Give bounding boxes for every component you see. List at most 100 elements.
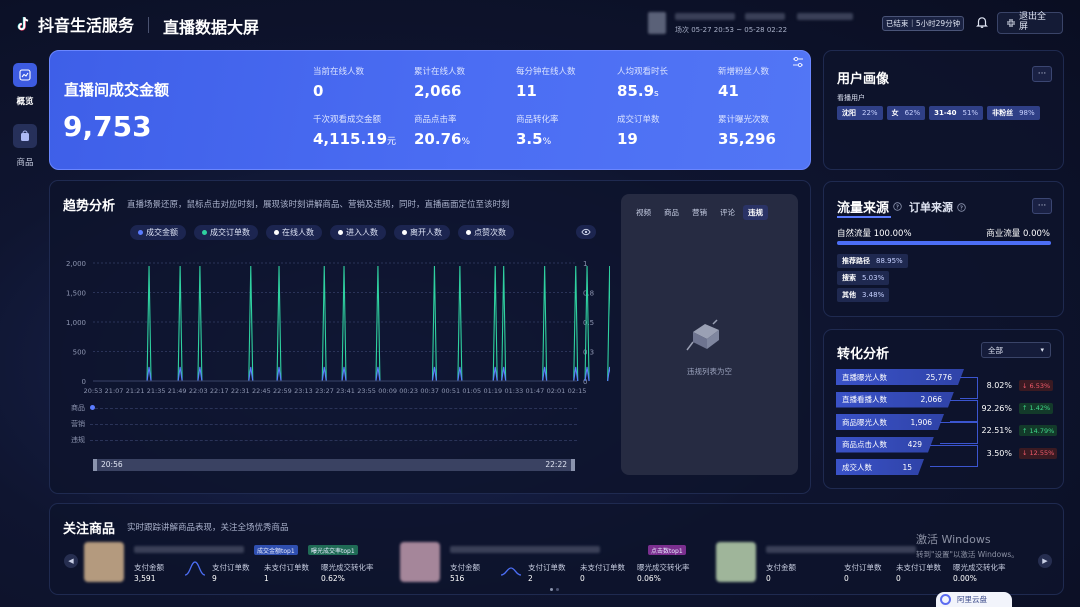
metric-chip[interactable]: 在线人数 [266,225,322,240]
product-card[interactable]: 点击数top1 支付金额 516 支付订单数 2 未支付订单数 0 曝光成交转化率 0.06% [400,540,700,586]
tab-traffic-source[interactable]: 流量来源 ? [837,197,902,216]
product-metric-value: 0 [580,574,585,583]
metric-chip[interactable]: 成交金额 [130,225,186,240]
replay-tab[interactable]: 视频 [631,205,656,220]
user-tag-key: 31-40 [934,109,957,117]
conversion-rate: 8.02% [986,381,1012,390]
metric-chip[interactable]: 进入人数 [330,225,386,240]
sparkline [184,561,206,576]
order-spike [146,265,152,382]
metric-number: 3.5 [516,130,543,148]
exit-fullscreen-button[interactable]: 退出全屏 [997,12,1063,34]
replay-tab[interactable]: 营销 [687,205,712,220]
product-card[interactable]: 成交金额top1 曝光成交率top1 支付金额 3,591 支付订单数 9 未支付订单数 1 曝… [84,540,384,586]
x-tick: 22:59 [273,387,292,395]
metric-item: 累计曝光次数 35,296 [718,113,776,148]
legend-dot [274,230,279,235]
range-handle-start[interactable] [93,459,97,471]
metric-number: 19 [617,130,638,148]
time-range-slider[interactable]: 20:56 22:22 [93,459,575,471]
funnel-bracket [960,377,978,399]
page-dot[interactable] [550,588,553,591]
bell-icon[interactable] [975,15,989,29]
product-name [766,546,916,553]
user-portrait-subtitle: 看播用户 [837,94,865,102]
product-badge: 成交金额top1 [254,545,298,555]
funnel-step[interactable]: 商品点击人数 429 [836,437,934,453]
app-name: 抖音生活服务 [38,16,135,35]
replay-tab[interactable]: 商品 [659,205,684,220]
product-metric-value: 0.00% [953,574,977,583]
metric-value: 85.9s [617,82,668,100]
chip-label: 进入人数 [346,228,378,237]
metric-item: 人均观看时长 85.9s [617,65,668,100]
replay-tab[interactable]: 违规 [743,205,768,220]
eye-toggle[interactable] [576,225,596,239]
gmv-hero-card: 直播间成交金额 9,753 当前在线人数 0 累计在线人数 2,066 每分钟在线人数 1… [49,50,811,170]
user-tags: 沈阳 22% 女 62% 31-40 51% 非粉丝 98% [837,106,1040,120]
order-spike [276,265,282,382]
metric-unit: 元 [387,137,397,147]
page-title: 直播数据大屏 [163,18,260,37]
product-metric-value: 0 [844,574,849,583]
replay-tab[interactable]: 评论 [715,205,740,220]
activation-title: 激活 Windows [916,533,991,546]
product-name [450,546,600,553]
range-start-label: 20:56 [101,460,123,469]
funnel-step[interactable]: 商品曝光人数 1,906 [836,414,944,430]
live-replay-panel: 视频 商品 营销 评论 违规 违规列表为空 [621,194,798,475]
x-tick: 22:17 [210,387,229,395]
bag-icon [13,124,37,148]
pagination-dots[interactable] [550,588,559,591]
traffic-item: 搜索 5.03% [837,271,890,285]
event-row-label: 商品 [71,404,85,412]
product-metric-label: 支付订单数 [528,563,566,572]
trend-chart[interactable]: 2,000 11,500 0.81,000 0.5500 0.30 020:53 21:07… [50,251,610,401]
metric-value: 20.76% [414,130,470,148]
funnel-step-value: 1,906 [910,417,932,427]
more-button[interactable]: ··· [1032,198,1052,214]
event-rows: 商品 营销 违规 [50,399,610,444]
help-icon: ? [893,202,902,211]
range-handle-end[interactable] [571,459,575,471]
settings-icon[interactable] [791,55,805,69]
funnel-step[interactable]: 直播曝光人数 25,776 [836,369,964,385]
metric-chip[interactable]: 成交订单数 [194,225,258,240]
x-tick: 01:47 [526,387,545,395]
conversion-rate: 3.50% [986,448,1012,458]
funnel-step[interactable]: 直播看播人数 2,066 [836,392,954,408]
x-tick: 00:23 [399,387,418,395]
x-tick: 22:03 [189,387,208,395]
user-tag-value: 51% [962,109,979,117]
metric-label: 每分钟在线人数 [516,67,576,77]
sidebar-item-overview[interactable]: 概览 [8,60,42,110]
funnel-step[interactable]: 成交人数 15 [836,459,924,475]
metric-label: 人均观看时长 [617,67,669,77]
collapse-icon [1007,19,1015,27]
sidebar-item-products[interactable]: 商品 [8,122,42,172]
order-spike [248,265,254,382]
metric-value: 11 [516,82,576,100]
y-tick-left: 500 [73,349,86,357]
metric-chip[interactable]: 离开人数 [394,225,450,240]
funnel-bracket [940,422,978,444]
aliyun-drive-label: 阿里云盘 [957,595,987,604]
x-tick: 00:51 [441,387,460,395]
tab-order-source[interactable]: 订单来源 ? [909,199,966,215]
page-dot[interactable] [556,588,559,591]
event-marker[interactable] [90,405,95,410]
aliyun-drive-button[interactable]: 阿里云盘 [936,592,1012,607]
user-portrait-card: 用户画像 ··· 看播用户 沈阳 22% 女 62% 31-40 51% 非粉丝 98% [823,50,1064,170]
metric-chip[interactable]: 点赞次数 [458,225,514,240]
order-spike [607,265,610,382]
metric-label: 千次观看成交金额 [313,115,382,125]
metric-value: 0 [313,82,364,100]
x-tick: 21:35 [147,387,166,395]
x-tick: 00:09 [378,387,397,395]
conversion-filter-select[interactable]: 全部 ▾ [981,342,1051,358]
order-spike [457,265,463,382]
more-button[interactable]: ··· [1032,66,1052,82]
gmv-title: 直播间成交金额 [64,81,170,99]
status-badge: 已结束｜5小时29分钟 [882,16,964,31]
metric-item: 新增粉丝人数 41 [718,65,769,100]
